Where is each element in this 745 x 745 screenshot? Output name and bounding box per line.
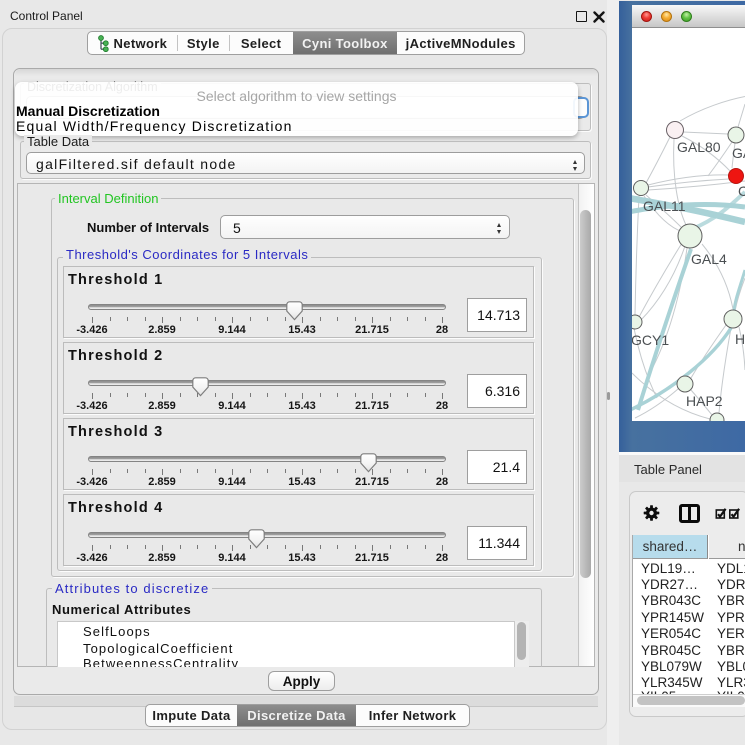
svg-text:HAP2: HAP2 <box>686 393 723 409</box>
svg-text:GAL11: GAL11 <box>643 198 686 214</box>
svg-text:C: C <box>738 183 745 199</box>
svg-text:GA: GA <box>732 145 745 161</box>
svg-text:GAL4: GAL4 <box>691 251 727 267</box>
svg-text:GAL80: GAL80 <box>677 139 721 155</box>
svg-text:GCY1: GCY1 <box>632 332 669 348</box>
svg-text:H: H <box>735 331 745 347</box>
